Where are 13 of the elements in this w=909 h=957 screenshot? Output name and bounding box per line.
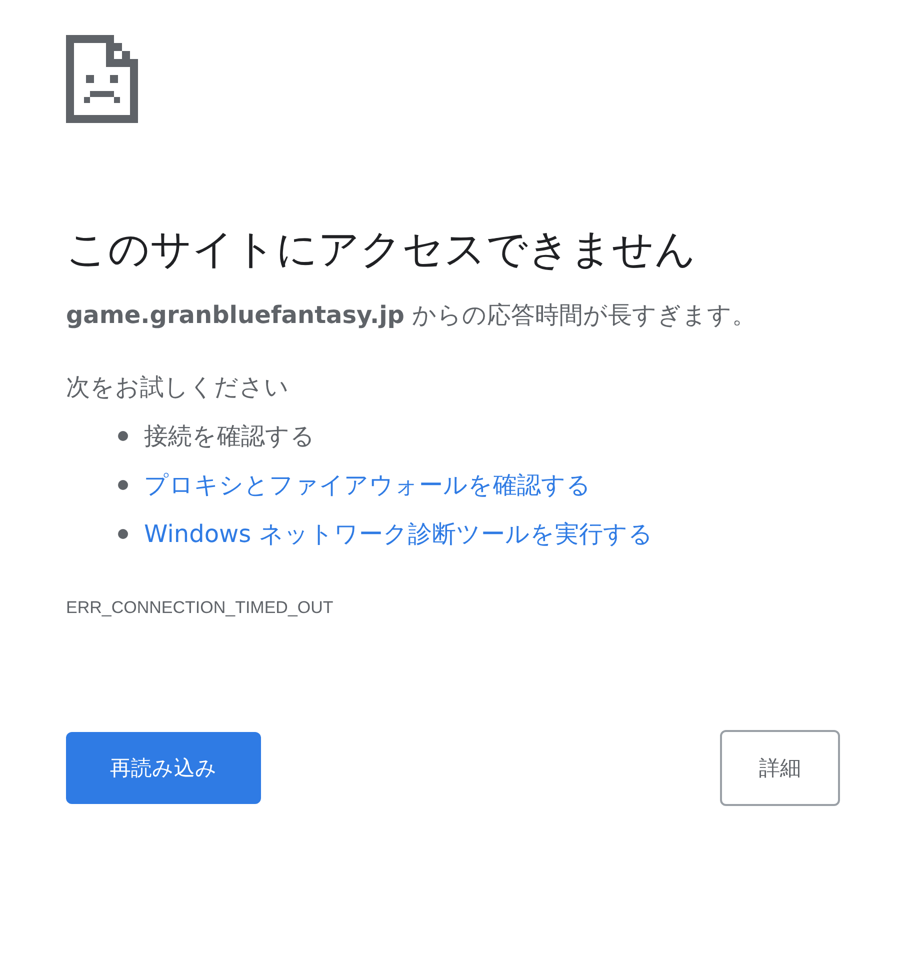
bullet-icon bbox=[118, 480, 128, 490]
error-message: game.granbluefantasy.jp からの応答時間が長すぎます。 bbox=[66, 300, 758, 331]
suggestions-heading: 次をお試しください bbox=[66, 372, 290, 403]
reload-button[interactable]: 再読み込み bbox=[66, 732, 261, 804]
error-title: このサイトにアクセスできません bbox=[66, 224, 697, 275]
bullet-icon bbox=[118, 430, 128, 440]
bullet-icon bbox=[118, 528, 128, 538]
error-code: ERR_CONNECTION_TIMED_OUT bbox=[66, 598, 334, 618]
suggestion-link[interactable]: プロキシとファイアウォールを確認する bbox=[144, 468, 591, 500]
suggestion-text: 接続を確認する bbox=[144, 420, 315, 452]
suggestion-link[interactable]: Windows ネットワーク診断ツールを実行する bbox=[144, 518, 653, 550]
details-button[interactable]: 詳細 bbox=[720, 730, 840, 806]
sad-page-icon bbox=[66, 35, 138, 123]
